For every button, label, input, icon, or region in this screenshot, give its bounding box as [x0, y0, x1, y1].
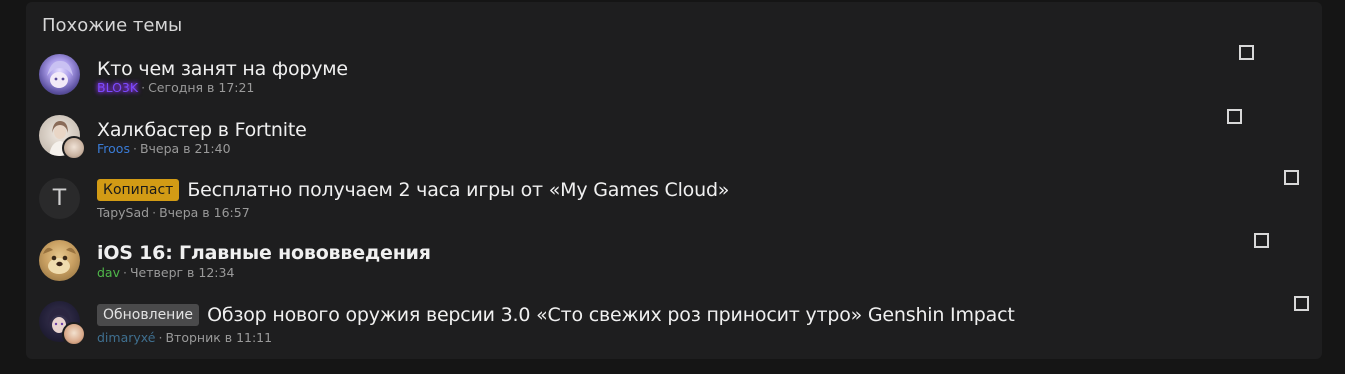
- thread-title-line: Копипаст Бесплатно получаем 2 часа игры …: [97, 179, 729, 201]
- thread-title-link[interactable]: iOS 16: Главные нововведения: [97, 242, 431, 264]
- username-link[interactable]: dimaryxé: [97, 330, 155, 345]
- thread-title-line: Обновление Обзор нового оружия версии 3.…: [97, 304, 1015, 326]
- thread-title-link[interactable]: Кто чем занят на форуме: [97, 58, 348, 80]
- username-link[interactable]: dav: [97, 265, 120, 280]
- select-checkbox[interactable]: [1284, 170, 1299, 185]
- thread-meta: dav · Четверг в 12:34: [97, 265, 234, 280]
- anime-avatar-icon: [39, 54, 80, 95]
- avatar[interactable]: T: [39, 178, 80, 219]
- prefix-badge[interactable]: Обновление: [97, 304, 200, 326]
- thread-date[interactable]: Вчера в 21:40: [140, 141, 231, 156]
- thread-meta: Froos · Вчера в 21:40: [97, 141, 231, 156]
- select-checkbox[interactable]: [1227, 109, 1242, 124]
- avatar[interactable]: [39, 301, 86, 346]
- thread-date[interactable]: Четверг в 12:34: [130, 265, 234, 280]
- thread-meta: BLO3K · Сегодня в 17:21: [97, 80, 254, 95]
- mini-avatar-icon: [62, 136, 86, 160]
- thread-title-line: iOS 16: Главные нововведения: [97, 242, 431, 264]
- thread-title-link[interactable]: Халкбастер в Fortnite: [97, 119, 307, 141]
- thread-meta: dimaryxé · Вторник в 11:11: [97, 330, 272, 345]
- mini-avatar-icon: [62, 322, 86, 346]
- panel-title: Похожие темы: [42, 15, 183, 36]
- meta-separator: ·: [158, 330, 163, 345]
- similar-threads-panel: Похожие темы Кто чем занят на форуме BLO…: [26, 2, 1322, 359]
- thread-date[interactable]: Сегодня в 17:21: [148, 80, 254, 95]
- dog-avatar-icon: [39, 240, 80, 281]
- thread-row: Халкбастер в Fortnite Froos · Вчера в 21:4…: [26, 109, 1322, 173]
- avatar[interactable]: [39, 115, 86, 160]
- letter-avatar: T: [39, 178, 80, 219]
- meta-separator: ·: [141, 80, 146, 95]
- avatar[interactable]: [39, 240, 80, 281]
- avatar[interactable]: [39, 54, 80, 95]
- username-link[interactable]: BLO3K: [97, 80, 138, 95]
- select-checkbox[interactable]: [1294, 296, 1309, 311]
- thread-title-link[interactable]: Бесплатно получаем 2 часа игры от «My Ga…: [187, 179, 729, 201]
- select-checkbox[interactable]: [1239, 45, 1254, 60]
- thread-row: Обновление Обзор нового оружия версии 3.…: [26, 296, 1322, 360]
- prefix-badge[interactable]: Копипаст: [97, 179, 180, 201]
- thread-row: Кто чем занят на форуме BLO3K · Сегодня в …: [26, 45, 1322, 112]
- meta-separator: ·: [123, 265, 127, 280]
- thread-date[interactable]: Вчера в 16:57: [159, 205, 250, 220]
- select-checkbox[interactable]: [1254, 233, 1269, 248]
- thread-row: T Копипаст Бесплатно получаем 2 часа игр…: [26, 170, 1322, 235]
- meta-separator: ·: [132, 141, 137, 156]
- thread-row: iOS 16: Главные нововведения dav · Четверг…: [26, 233, 1322, 298]
- thread-title-line: Халкбастер в Fortnite: [97, 119, 307, 141]
- thread-title-link[interactable]: Обзор нового оружия версии 3.0 «Сто свеж…: [207, 304, 1015, 326]
- meta-separator: ·: [152, 205, 157, 220]
- thread-title-line: Кто чем занят на форуме: [97, 58, 348, 80]
- username-link[interactable]: TapySad: [97, 205, 149, 220]
- username-link[interactable]: Froos: [97, 141, 130, 156]
- thread-meta: TapySad · Вчера в 16:57: [97, 205, 250, 220]
- thread-date[interactable]: Вторник в 11:11: [165, 330, 272, 345]
